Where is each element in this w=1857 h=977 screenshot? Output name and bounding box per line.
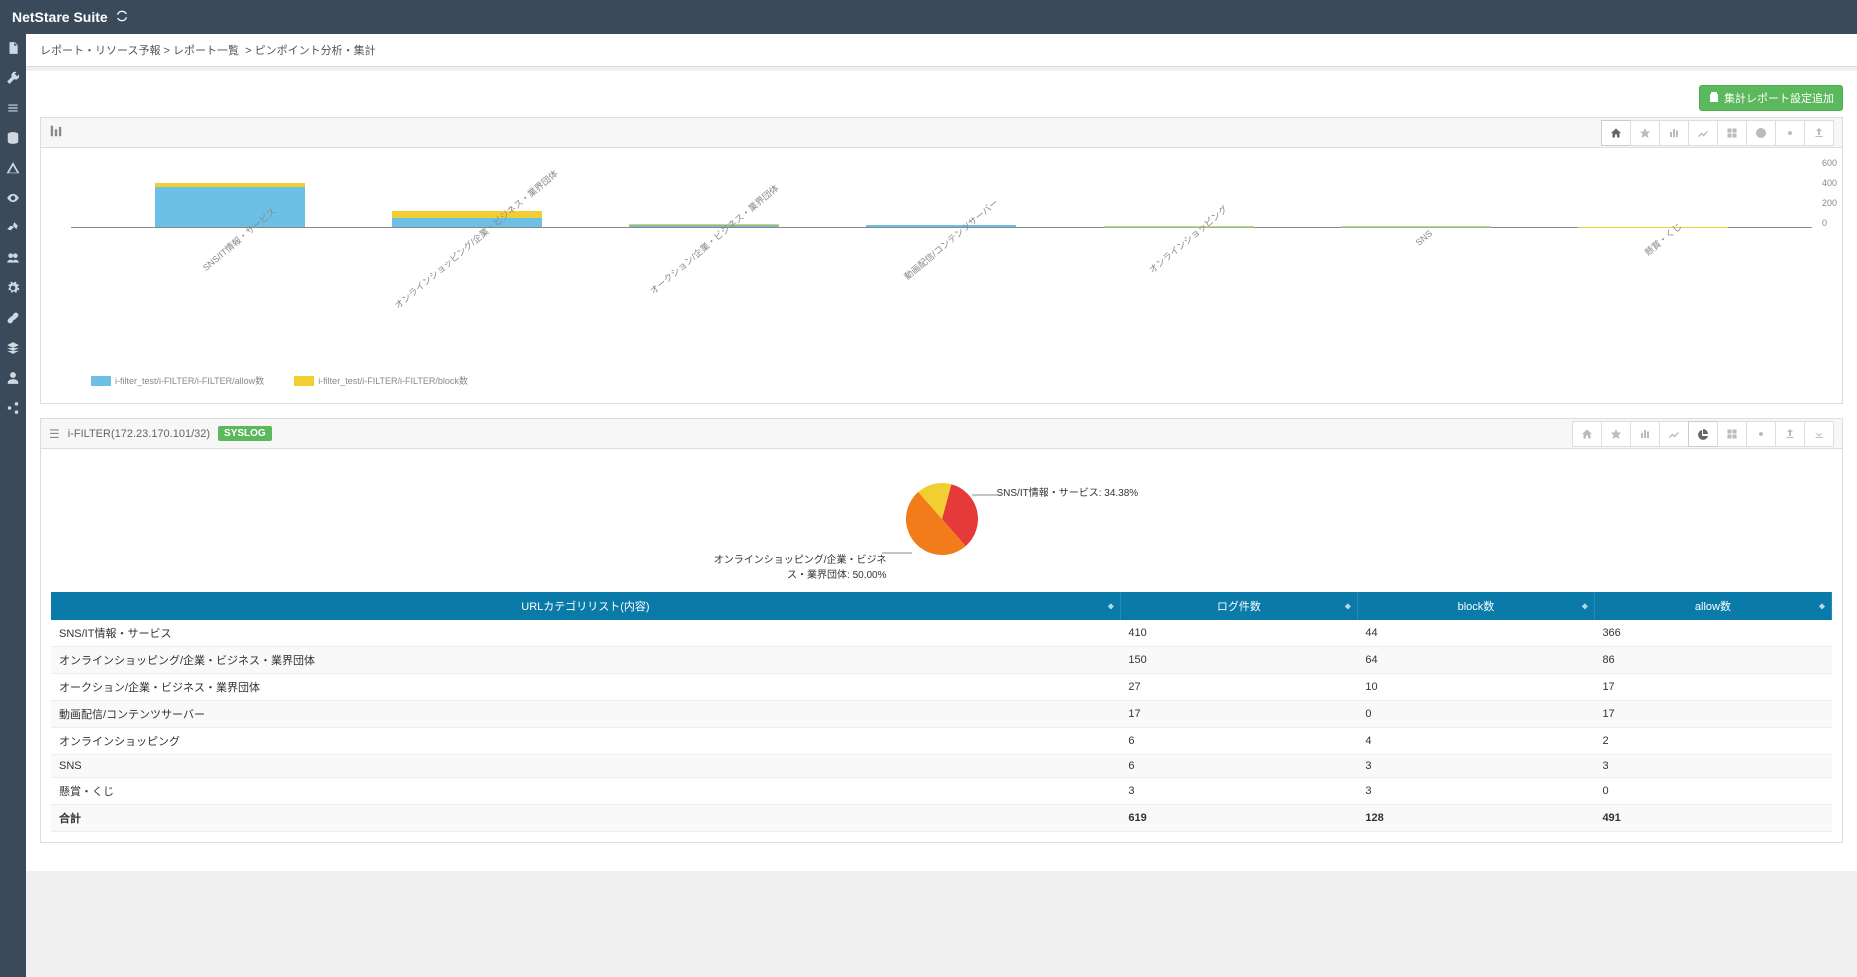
cell-value: 64 (1357, 647, 1594, 674)
sidebar-layers-icon[interactable] (5, 340, 21, 356)
cell-category: SNS/IT情報・サービス (51, 620, 1120, 647)
settings-icon[interactable] (1775, 120, 1805, 146)
cell-value: 0 (1594, 778, 1831, 805)
sidebar-users-icon[interactable] (5, 250, 21, 266)
cell-category: オンラインショッピング/企業・ビジネス・業界団体 (51, 647, 1120, 674)
cell-value: 86 (1594, 647, 1831, 674)
sidebar (0, 34, 26, 977)
cell-value: 3 (1120, 778, 1357, 805)
table-row[interactable]: オンラインショッピング/企業・ビジネス・業界団体1506486 (51, 647, 1832, 674)
pie-chart-icon[interactable] (1688, 421, 1718, 447)
th-allow-count[interactable]: allow数◆ (1594, 592, 1831, 620)
table-row[interactable]: SNS633 (51, 755, 1832, 778)
cell-value: 44 (1357, 620, 1594, 647)
sidebar-tool-icon[interactable] (5, 220, 21, 236)
data-table: URLカテゴリリスト(内容)◆ ログ件数◆ block数◆ allow数◆ SN… (51, 592, 1832, 832)
sidebar-gear-icon[interactable] (5, 280, 21, 296)
sidebar-share-icon[interactable] (5, 400, 21, 416)
table-row[interactable]: SNS/IT情報・サービス41044366 (51, 620, 1832, 647)
cell-value: 17 (1594, 674, 1831, 701)
panel2-title: i-FILTER(172.23.170.101/32) (68, 428, 210, 440)
home-icon-2[interactable] (1572, 421, 1602, 447)
chart-toolbar-2 (1573, 421, 1834, 447)
top-actions: 集計レポート設定追加 (40, 85, 1843, 111)
pie-svg (902, 479, 982, 559)
recycle-icon (114, 8, 130, 27)
cell-value: 0 (1357, 701, 1594, 728)
sidebar-link-icon[interactable] (5, 310, 21, 326)
chart-toolbar-1 (1602, 120, 1834, 146)
add-report-config-button[interactable]: 集計レポート設定追加 (1699, 85, 1843, 111)
cell-value: 150 (1120, 647, 1357, 674)
grid-icon-2[interactable] (1717, 421, 1747, 447)
chart-type-icon[interactable] (49, 124, 63, 141)
sidebar-database-icon[interactable] (5, 130, 21, 146)
syslog-badge: SYSLOG (218, 426, 272, 441)
app-brand: NetStare Suite (12, 8, 130, 27)
cell-value: 6 (1120, 728, 1357, 755)
download-icon[interactable] (1804, 421, 1834, 447)
table-row[interactable]: オンラインショッピング642 (51, 728, 1832, 755)
cell-value: 366 (1594, 620, 1831, 647)
breadcrumb-2: ピンポイント分析・集計 (255, 45, 376, 57)
app-title: NetStare Suite (12, 9, 108, 25)
breadcrumb: レポート・リソース予報 > レポート一覧 > ピンポイント分析・集計 (26, 34, 1857, 67)
cell-category: オークション/企業・ビジネス・業界団体 (51, 674, 1120, 701)
export-icon[interactable] (1804, 120, 1834, 146)
cell-value: 17 (1120, 701, 1357, 728)
home-icon[interactable] (1601, 120, 1631, 146)
breadcrumb-0[interactable]: レポート・リソース予報 (40, 45, 160, 57)
sidebar-wrench-icon[interactable] (5, 70, 21, 86)
th-category[interactable]: URLカテゴリリスト(内容)◆ (51, 592, 1120, 620)
pin-icon[interactable] (1630, 120, 1660, 146)
sidebar-eye-icon[interactable] (5, 190, 21, 206)
clock-icon[interactable] (1746, 120, 1776, 146)
table-total-row: 合計619128491 (51, 805, 1832, 832)
th-block-count[interactable]: block数◆ (1357, 592, 1594, 620)
cell-category: 動画配信/コンテンツサーバー (51, 701, 1120, 728)
bar-chart: 6004002000 SNS/IT情報・サービスオンラインショッピング/企業・ビ… (41, 148, 1842, 403)
sidebar-alert-icon[interactable] (5, 160, 21, 176)
cell-value: 410 (1120, 620, 1357, 647)
cell-value: 3 (1357, 755, 1594, 778)
grid-icon[interactable] (1717, 120, 1747, 146)
sidebar-document-icon[interactable] (5, 40, 21, 56)
cell-value: 17 (1594, 701, 1831, 728)
breadcrumb-1[interactable]: レポート一覧 (173, 45, 239, 57)
sidebar-list-icon[interactable] (5, 100, 21, 116)
cell-value: 2 (1594, 728, 1831, 755)
th-log-count[interactable]: ログ件数◆ (1120, 592, 1357, 620)
topbar: NetStare Suite (0, 0, 1857, 34)
settings-icon-2[interactable] (1746, 421, 1776, 447)
cell-value: 3 (1357, 778, 1594, 805)
pie-label-left: オンラインショッピング/企業・ビジネス・業界団体: 50.00% (707, 551, 887, 581)
pie-chart: SNS/IT情報・サービス: 34.38% オンラインショッピング/企業・ビジネ… (41, 449, 1842, 582)
pie-label-right: SNS/IT情報・サービス: 34.38% (997, 484, 1139, 499)
cell-category: オンラインショッピング (51, 728, 1120, 755)
table-row[interactable]: オークション/企業・ビジネス・業界団体271017 (51, 674, 1832, 701)
cell-value: 27 (1120, 674, 1357, 701)
cell-value: 10 (1357, 674, 1594, 701)
line-chart-icon-2[interactable] (1659, 421, 1689, 447)
clipboard-icon (1708, 91, 1720, 106)
main-content: レポート・リソース予報 > レポート一覧 > ピンポイント分析・集計 集計レポー… (26, 34, 1857, 871)
hamburger-icon[interactable]: ☰ (49, 427, 60, 441)
add-report-config-label: 集計レポート設定追加 (1724, 90, 1834, 106)
table-row[interactable]: 懸賞・くじ330 (51, 778, 1832, 805)
bar-chart-panel: 6004002000 SNS/IT情報・サービスオンラインショッピング/企業・ビ… (40, 117, 1843, 404)
cell-category: SNS (51, 755, 1120, 778)
table-row[interactable]: 動画配信/コンテンツサーバー17017 (51, 701, 1832, 728)
cell-value: 6 (1120, 755, 1357, 778)
line-chart-icon[interactable] (1688, 120, 1718, 146)
bar-chart-icon-2[interactable] (1630, 421, 1660, 447)
cell-value: 3 (1594, 755, 1831, 778)
cell-value: 4 (1357, 728, 1594, 755)
cell-category: 懸賞・くじ (51, 778, 1120, 805)
pin-icon-2[interactable] (1601, 421, 1631, 447)
sidebar-user-icon[interactable] (5, 370, 21, 386)
bar-chart-icon[interactable] (1659, 120, 1689, 146)
export-icon-2[interactable] (1775, 421, 1805, 447)
pie-table-panel: ☰ i-FILTER(172.23.170.101/32) SYSLOG (40, 418, 1843, 843)
